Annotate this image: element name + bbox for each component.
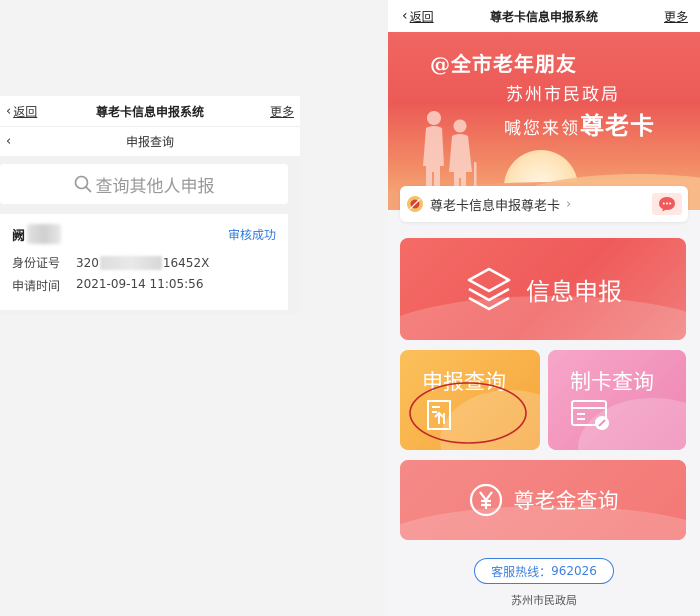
banner-line-3: 喊您来领尊老卡: [504, 106, 655, 141]
search-icon: [74, 175, 91, 193]
hotline-button[interactable]: 客服热线： 962026: [474, 558, 614, 584]
sub-nav-bar: ‹ 申报查询: [0, 126, 300, 156]
banner-line-2: 苏州市民政局: [506, 85, 620, 105]
time-value: 2021-09-14 11:05:56: [76, 277, 204, 291]
hotline-number: 962026: [551, 564, 597, 578]
footer-text: 苏州市民政局: [511, 594, 577, 607]
chevron-right-icon: ›: [566, 196, 572, 212]
info-declare-button[interactable]: 信息申报: [400, 238, 686, 340]
layers-icon: [467, 267, 511, 311]
yuan-icon: [469, 483, 502, 517]
back-label: 返回: [409, 9, 434, 24]
back-button[interactable]: ‹ 返回: [6, 103, 37, 120]
promo-banner[interactable]: @全市老年朋友 苏州市民政局 喊您来领尊老卡: [388, 32, 700, 210]
applicant-name: 阙: [12, 228, 26, 244]
status-badge: 审核成功: [227, 227, 276, 242]
pension-query-button[interactable]: 尊老金查询: [400, 460, 686, 540]
info-declare-label: 信息申报: [526, 277, 622, 306]
page-title: 尊老卡信息申报系统: [489, 9, 598, 24]
chevron-left-icon: ‹: [6, 103, 12, 119]
sub-title: 申报查询: [125, 135, 174, 149]
id-suffix: 16452X: [162, 255, 210, 270]
left-screen: ‹ 返回 尊老卡信息申报系统 更多 ‹ 申报查询 查询其他人申报 阙 审核成功 …: [0, 96, 300, 314]
chevron-left-icon: ‹: [402, 8, 408, 24]
id-value: 320 16452X: [76, 254, 209, 271]
search-label: 查询其他人申报: [95, 176, 215, 197]
chat-bubble-icon: [659, 197, 675, 212]
declare-query-button[interactable]: 申报查询: [400, 350, 540, 450]
pension-query-label: 尊老金查询: [513, 489, 619, 513]
card-edit-icon: [571, 400, 609, 430]
time-label: 申请时间: [12, 279, 61, 293]
chat-button[interactable]: [652, 193, 682, 215]
id-prefix: 320: [76, 255, 99, 270]
right-screen: ‹ 返回 尊老卡信息申报系统 更多 @全市老年朋友 苏州市民政局 喊您来领尊老卡: [388, 0, 700, 616]
notice-text: 尊老卡信息申报尊老卡: [430, 198, 561, 214]
back-label: 返回: [13, 104, 38, 119]
back-button[interactable]: ‹ 返回: [402, 8, 434, 25]
name-mask: [27, 224, 62, 244]
search-other-button[interactable]: 查询其他人申报: [0, 164, 288, 204]
more-button[interactable]: 更多: [664, 8, 688, 25]
card-query-button[interactable]: 制卡查询: [548, 350, 686, 450]
id-label: 身份证号: [12, 256, 61, 270]
application-record-card[interactable]: 阙 审核成功 身份证号 320 16452X 申请时间 2021-09-14 1…: [0, 214, 288, 310]
annotation-circle: [409, 382, 527, 444]
top-nav-bar: ‹ 返回 尊老卡信息申报系统 更多: [0, 96, 300, 126]
banner-highlight: 尊老卡: [580, 111, 655, 140]
emblem-icon: [407, 196, 423, 212]
banner-line-3-prefix: 喊您来领: [504, 119, 580, 139]
notice-bar[interactable]: 尊老卡信息申报尊老卡 ›: [400, 186, 688, 222]
card-query-label: 制卡查询: [570, 370, 654, 394]
more-button[interactable]: 更多: [270, 103, 294, 120]
top-nav-bar: ‹ 返回 尊老卡信息申报系统 更多: [388, 0, 700, 32]
id-mask: [99, 255, 162, 270]
banner-line-1: @全市老年朋友: [430, 52, 577, 76]
hotline-label: 客服热线：: [491, 564, 552, 579]
page-title: 尊老卡信息申报系统: [95, 104, 204, 119]
chevron-left-icon[interactable]: ‹: [6, 134, 11, 149]
